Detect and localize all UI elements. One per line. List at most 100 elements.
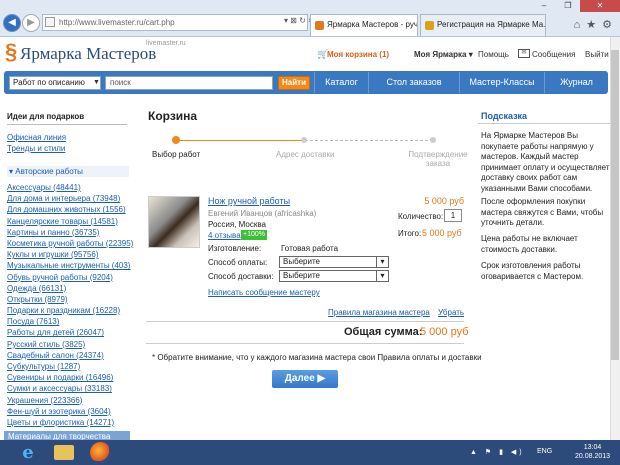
site-favicon-icon — [425, 21, 434, 30]
page-title: Корзина — [148, 109, 198, 123]
window-controls: – ❐ ✕ — [532, 0, 620, 12]
payment-label: Способ оплаты: — [208, 258, 268, 267]
hint-paragraph: После оформления покупки мастера свяжутс… — [481, 197, 604, 227]
address-bar[interactable]: http://www.livemaster.ru/cart.php — [42, 14, 308, 31]
category-item[interactable]: Куклы и игрушки (95756) — [7, 249, 137, 260]
item-total-label: Итого: — [398, 229, 422, 238]
search-input[interactable]: поиск — [105, 76, 273, 90]
nav-master-classes[interactable]: Мастер-Классы — [459, 72, 544, 93]
back-button[interactable]: ◀ — [3, 14, 21, 32]
sidebar-link-office[interactable]: Офисная линия — [7, 133, 66, 142]
search-scope-select[interactable]: Работ по описанию — [9, 76, 101, 90]
category-item[interactable]: Свадебный салон (24374) — [7, 350, 137, 361]
step-select-works: Выбор работ — [152, 150, 201, 159]
nav-orders[interactable]: Стол заказов — [368, 72, 459, 93]
internet-explorer-icon[interactable]: e — [16, 442, 40, 463]
write-master-link[interactable]: Написать сообщение мастеру — [208, 288, 320, 297]
category-item[interactable]: Сувениры и подарки (16496) — [7, 372, 137, 383]
category-item[interactable]: Обувь ручной работы (9204) — [7, 272, 137, 283]
product-name-link[interactable]: Нож ручной работы — [208, 196, 290, 206]
my-fair-menu[interactable]: Моя Ярмарка ▾ — [414, 50, 473, 59]
reviews-link[interactable]: 4 отзыва — [208, 231, 241, 240]
rules-note: * Обратите внимание, что у каждого магаз… — [152, 353, 482, 362]
tab-registration[interactable]: Регистрация на Ярмарке Ма... — [420, 14, 546, 36]
category-item[interactable]: Украшения (223366) — [7, 395, 137, 406]
file-explorer-icon[interactable] — [54, 445, 74, 460]
logo-icon: § — [5, 39, 18, 64]
sum-value: 5 000 руб — [420, 326, 469, 338]
hint-paragraph: Цена работы не включает стоимость достав… — [481, 234, 578, 254]
address-tools[interactable]: ▾ ⊠ ↻ × — [284, 16, 313, 25]
divider — [7, 124, 127, 125]
forward-button[interactable]: ▶ — [22, 14, 40, 32]
product-thumbnail[interactable] — [148, 196, 200, 248]
home-favorites-settings-icon[interactable]: ⌂★⚙ — [560, 18, 618, 31]
category-item[interactable]: Субкультуры (1287) — [7, 361, 137, 372]
master-name: Евгений Иванцов (africashka) — [208, 209, 317, 218]
divider — [478, 123, 610, 124]
category-item[interactable]: Фен-шуй и эзотерика (3604) — [7, 406, 137, 417]
category-item[interactable]: Сумки и аксессуары (33183) — [7, 383, 137, 394]
item-price: 5 000 руб — [424, 196, 464, 206]
step-dot — [301, 137, 307, 143]
progress-line-done — [176, 140, 305, 141]
shop-rules-link[interactable]: Правила магазина мастера — [328, 308, 430, 317]
messages-link[interactable]: Сообщения — [532, 50, 575, 59]
search-button[interactable]: Найти — [278, 76, 310, 90]
site-favicon-icon — [315, 21, 324, 30]
payment-select[interactable]: Выберите — [279, 256, 389, 268]
clock-time: 13:04 — [583, 444, 602, 451]
progress-line-pending — [305, 140, 433, 141]
sidebar-link-trends[interactable]: Тренды и стили — [7, 144, 65, 153]
scrollbar-thumb[interactable] — [611, 50, 619, 360]
logout-link[interactable]: Выйти — [585, 50, 609, 59]
category-item[interactable]: Канцелярские товары (14581) — [7, 216, 137, 227]
category-item[interactable]: Аксессуары (48441) — [7, 182, 137, 193]
system-tray-icons[interactable]: ▲ ⚑ ▮ ◀) — [470, 448, 525, 456]
quantity-input[interactable]: 1 — [444, 209, 462, 222]
hint-paragraph: Срок изготовления работы оговаривается с… — [481, 261, 584, 281]
master-location: Россия, Москва — [208, 220, 266, 229]
nav-catalog[interactable]: Каталог — [314, 72, 368, 93]
category-item[interactable]: Картины и панно (36735) — [7, 227, 137, 238]
hint-paragraph: На Ярмарке Мастеров Вы покупаете работы … — [481, 131, 610, 193]
category-item[interactable]: Для домашних животных (1556) — [7, 204, 137, 215]
site-logo[interactable]: Ярмарка Мастеров — [20, 44, 156, 64]
authors-works-header[interactable]: ▾ Авторские работы — [7, 166, 129, 177]
tab-livemaster[interactable]: Ярмарка Мастеров - ручн... — [310, 14, 418, 36]
envelope-icon: ✉ — [518, 49, 530, 58]
step-confirmation: Подтверждение заказа — [408, 150, 468, 168]
help-link[interactable]: Помощь — [478, 50, 509, 59]
item-total: 5 000 руб — [422, 228, 462, 238]
logo-subtitle: livemaster.ru — [146, 40, 186, 47]
delivery-select[interactable]: Выберите — [279, 270, 389, 282]
category-item[interactable]: Открытки (8979) — [7, 294, 137, 305]
close-button[interactable]: ✕ — [580, 0, 620, 12]
rating-badge: +100% — [241, 230, 267, 240]
category-item[interactable]: Одежда (66131) — [7, 283, 137, 294]
delivery-label: Способ доставки: — [208, 272, 274, 281]
my-cart-link[interactable]: Моя корзина (1) — [327, 50, 389, 59]
category-item[interactable]: Для дома и интерьера (73948) — [7, 193, 137, 204]
category-item[interactable]: Русский стиль (3825) — [7, 339, 137, 350]
maximize-button[interactable]: ❐ — [556, 0, 580, 12]
category-item[interactable]: Работы для детей (26047) — [7, 327, 137, 338]
language-indicator[interactable]: ENG — [537, 448, 552, 455]
category-item[interactable]: Музыкальные инструменты (403) — [7, 260, 137, 271]
category-item[interactable]: Посуда (7613) — [7, 316, 137, 327]
category-item[interactable]: Цветы и флористика (14271) — [7, 417, 137, 428]
firefox-icon[interactable] — [90, 442, 111, 463]
nav-journal[interactable]: Журнал — [544, 72, 608, 93]
category-item[interactable]: Косметика ручной работы (22395) — [7, 238, 137, 249]
next-button[interactable]: Далее ▶ — [272, 370, 338, 388]
clock[interactable]: 13:04 20.08.2013 — [575, 443, 610, 461]
step-dot-active — [172, 136, 180, 144]
divider — [146, 343, 464, 344]
remove-link[interactable]: Убрать — [438, 308, 464, 317]
divider — [146, 321, 464, 322]
ideas-title: Идеи для подарков — [7, 112, 85, 121]
minimize-button[interactable]: – — [532, 0, 556, 12]
chevron-down-icon: ▼ — [93, 79, 100, 86]
category-item[interactable]: Подарки к праздникам (16228) — [7, 305, 137, 316]
quantity-label: Количество: — [398, 212, 444, 221]
